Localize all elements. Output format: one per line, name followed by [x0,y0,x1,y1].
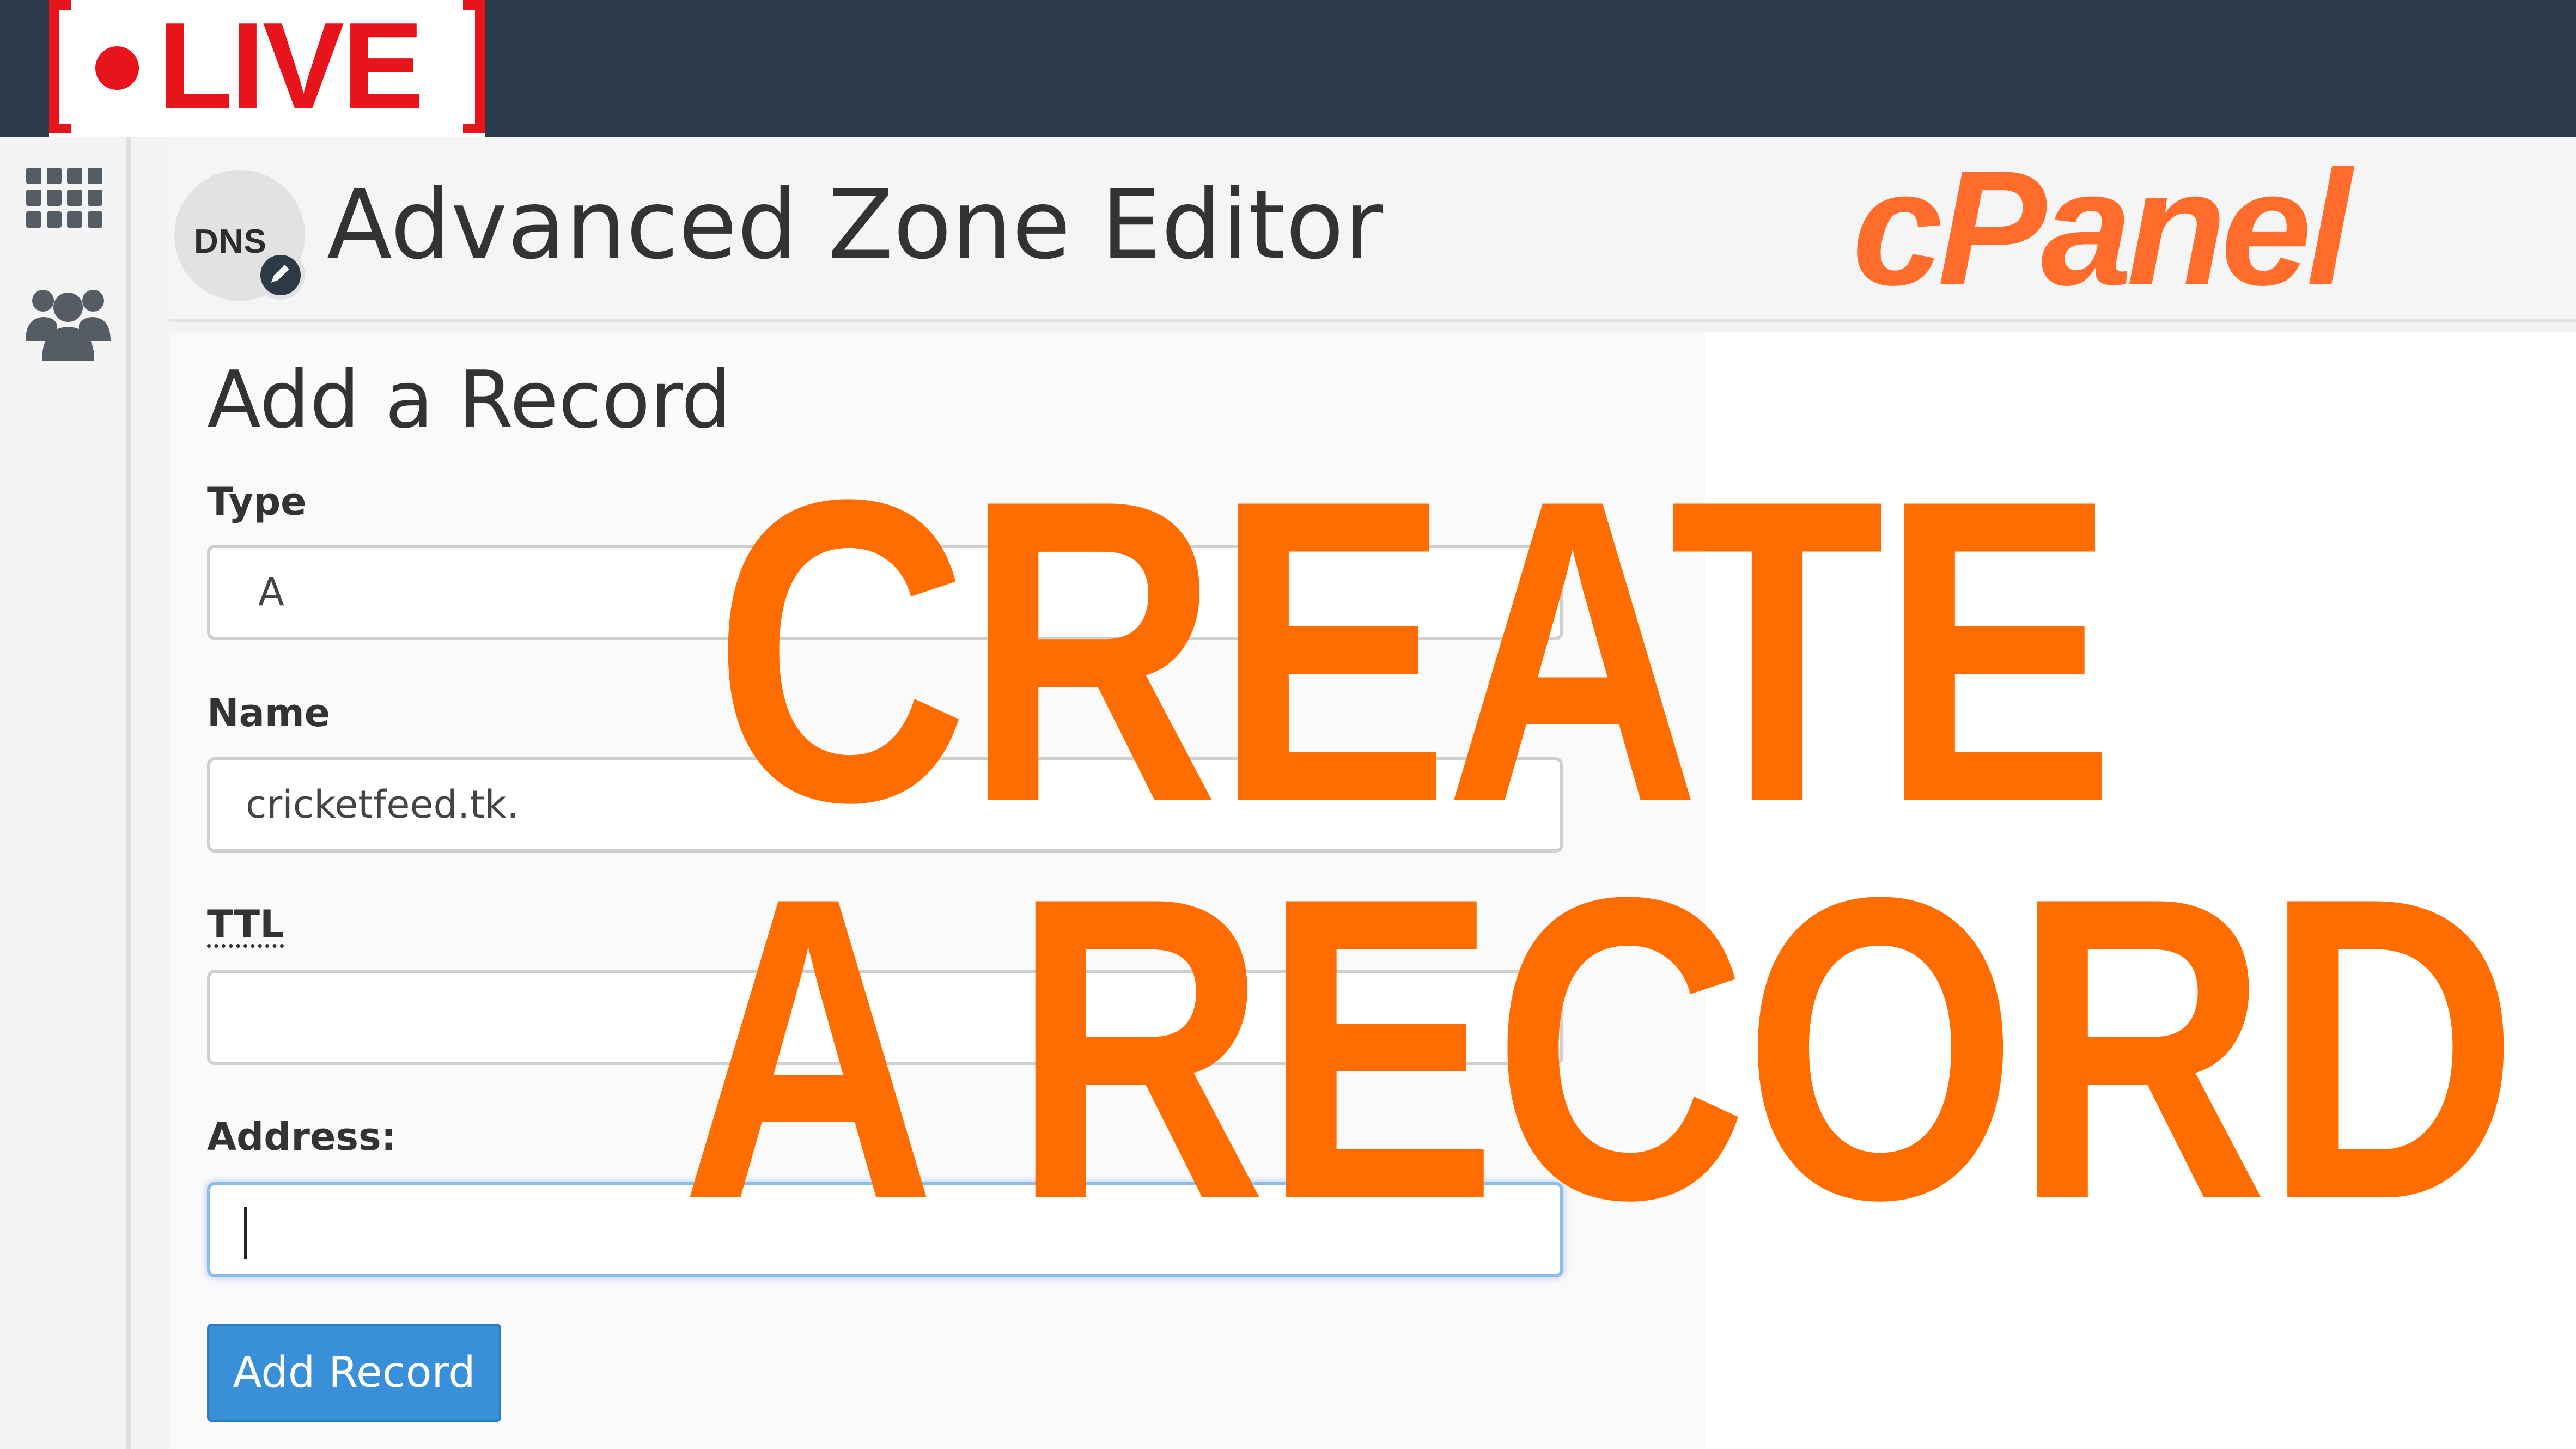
type-label: Type [207,479,307,524]
page-title: Advanced Zone Editor [327,170,1384,281]
cpanel-logo: cPanel [1852,159,2360,312]
sidebar [0,137,131,1449]
page-header: DNS Advanced Zone Editor cPanel [169,137,2576,322]
overlay-title-line-1: CREATE [714,411,2116,891]
live-badge-left-bracket [49,0,71,133]
svg-text:cPanel: cPanel [1852,159,2355,312]
address-label: Address: [207,1115,397,1159]
text-cursor [244,1207,247,1259]
dns-icon-label: DNS [194,223,267,260]
live-dot-icon [95,46,139,90]
form-title: Add a Record [207,354,732,446]
live-badge-right-bracket [463,0,485,133]
overlay-title-line-2: A RECORD [681,808,2519,1289]
live-label: LIVE [158,0,424,134]
ttl-label: TTL [207,902,284,947]
live-badge: LIVE [49,0,485,137]
add-record-button[interactable]: Add Record [207,1324,501,1422]
name-label: Name [207,691,331,735]
apps-grid-icon[interactable] [26,168,102,228]
dns-icon: DNS [174,170,305,301]
pencil-icon [256,251,305,300]
users-icon[interactable] [25,284,112,361]
